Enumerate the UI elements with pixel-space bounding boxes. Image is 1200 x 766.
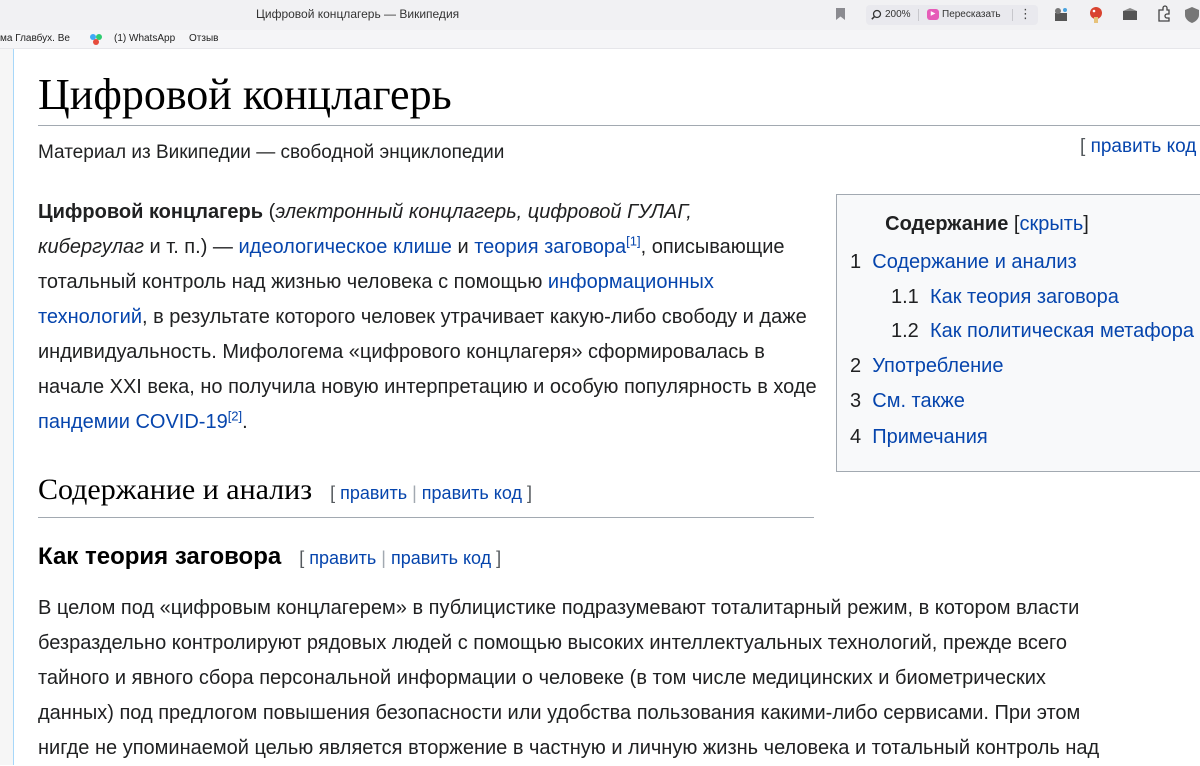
- edit-bracket: [: [330, 483, 341, 503]
- edit-bracket: ]: [491, 548, 502, 568]
- toc-link[interactable]: Как политическая метафора: [930, 320, 1194, 342]
- subsection-heading: Как теория заговора [ править | править к…: [38, 543, 501, 571]
- table-of-contents: Содержание [скрыть] 1 Содержание и анали…: [836, 194, 1200, 472]
- paragraph-line: нигде не упоминаемой целью является втор…: [38, 737, 1100, 759]
- toc-item[interactable]: 4 Примечания: [850, 426, 988, 449]
- toc-link[interactable]: Примечания: [872, 426, 987, 448]
- zoom-level[interactable]: 200%: [885, 9, 911, 20]
- text: , в результате которого человек утрачива…: [38, 306, 817, 398]
- link-conspiracy-theory[interactable]: теория заговора: [474, 236, 626, 258]
- colorful-dots-icon: [90, 34, 102, 45]
- toc-link[interactable]: Содержание и анализ: [872, 251, 1076, 273]
- edit-separator: |: [376, 548, 391, 568]
- toc-number: 1.1: [891, 286, 919, 308]
- toc-title: Содержание: [885, 213, 1009, 235]
- reference-1[interactable]: [1]: [626, 233, 640, 248]
- text: .: [242, 411, 248, 433]
- section-heading: Содержание и анализ [ править | править к…: [38, 473, 814, 518]
- toc-link[interactable]: См. также: [872, 390, 965, 412]
- toc-hide-toggle[interactable]: скрыть: [1019, 213, 1083, 235]
- page-title: Цифровой концлагерь: [38, 69, 1200, 126]
- section-edit-link[interactable]: править: [340, 483, 407, 503]
- subsection-title: Как теория заговора: [38, 543, 282, 570]
- divider: [1012, 9, 1013, 21]
- toc-number: 1: [850, 251, 862, 273]
- body-paragraph: В целом под «цифровым концлагерем» в пуб…: [38, 591, 1200, 766]
- extension-box-icon[interactable]: [1120, 5, 1140, 25]
- section-edit-code-link[interactable]: править код: [422, 483, 522, 503]
- subsection-edit-links: [ править | править код ]: [299, 548, 501, 568]
- edit-bracket: [: [1080, 136, 1091, 157]
- text: и т. п.) —: [143, 236, 239, 258]
- subsection-edit-code-link[interactable]: править код: [391, 548, 491, 568]
- bookmark-glavbukh[interactable]: ма Главбух. Ве: [0, 33, 70, 44]
- toc-item[interactable]: 1 Содержание и анализ: [850, 251, 1077, 274]
- link-ideological-cliche[interactable]: идеологическое клише: [238, 236, 451, 258]
- toc-bracket: [: [1008, 213, 1020, 235]
- toc-header: Содержание [скрыть]: [837, 213, 1137, 236]
- toc-link[interactable]: Употребление: [872, 355, 1003, 377]
- extension-shield-icon[interactable]: [1182, 5, 1200, 25]
- toc-link[interactable]: Как теория заговора: [930, 286, 1119, 308]
- paragraph-line: В целом под «цифровым концлагерем» в пуб…: [38, 597, 1080, 619]
- extension-mushroom-icon[interactable]: [1086, 5, 1106, 25]
- toc-item[interactable]: 2 Употребление: [850, 355, 1003, 378]
- paragraph-line: безраздельно контролируют рядовых людей …: [38, 632, 1067, 654]
- toc-number: 4: [850, 426, 862, 448]
- edit-bracket: [: [299, 548, 310, 568]
- edit-bracket: ]: [522, 483, 533, 503]
- edit-code-link[interactable]: править код: [1091, 136, 1197, 157]
- site-tagline: Материал из Википедии — свободной энцикл…: [38, 142, 505, 163]
- edit-separator: |: [407, 483, 422, 503]
- bookmark-otzyv[interactable]: Отзыв: [189, 33, 218, 44]
- extension-puzzle-icon[interactable]: [1154, 5, 1174, 25]
- toc-item[interactable]: 3 См. также: [850, 390, 965, 413]
- toc-number: 1.2: [891, 320, 919, 342]
- extension-hat-icon[interactable]: [1051, 5, 1071, 25]
- text: и: [451, 236, 475, 258]
- link-covid-pandemic[interactable]: пандемии COVID-19: [38, 411, 228, 433]
- toc-number: 2: [850, 355, 862, 377]
- divider: [918, 9, 919, 21]
- lead-paragraph: Цифровой концлагерь (электронный концлаг…: [38, 195, 818, 440]
- text: (: [263, 201, 276, 223]
- section-title: Содержание и анализ: [38, 473, 313, 506]
- retell-button[interactable]: Пересказать: [942, 9, 1001, 20]
- article-content: Цифровой концлагерь Материал из Википеди…: [0, 49, 1200, 765]
- kebab-menu-icon[interactable]: ⋮: [1019, 6, 1032, 22]
- edit-code-top: [ править код: [1080, 136, 1196, 158]
- bookmarks-bar: ма Главбух. Ве (1) WhatsApp Отзыв: [0, 30, 1200, 49]
- bookmark-whatsapp[interactable]: (1) WhatsApp: [114, 33, 175, 44]
- bookmark-icon[interactable]: [836, 8, 845, 20]
- paragraph-line: тайного и явного сбора персональной инфо…: [38, 667, 1046, 689]
- paragraph-line: данных) под предлогом повышения безопасн…: [38, 702, 1081, 724]
- zoom-icon[interactable]: [871, 9, 882, 20]
- toc-number: 3: [850, 390, 862, 412]
- bold-term: Цифровой концлагерь: [38, 201, 264, 223]
- retell-icon[interactable]: ▶: [927, 9, 939, 20]
- alt-names-2: кибергулаг: [38, 236, 144, 258]
- toc-item[interactable]: 1.1 Как теория заговора: [891, 286, 1119, 309]
- tab-title: Цифровой концлагерь — Википедия: [256, 7, 460, 21]
- toc-item[interactable]: 1.2 Как политическая метафора: [891, 320, 1194, 343]
- toc-bracket: ]: [1083, 213, 1089, 235]
- browser-titlebar: Цифровой концлагерь — Википедия 200% ▶ П…: [0, 0, 1200, 31]
- subsection-edit-link[interactable]: править: [309, 548, 376, 568]
- alt-names: электронный концлагерь, цифровой ГУЛАГ,: [275, 201, 692, 223]
- section-edit-links: [ править | править код ]: [330, 483, 532, 503]
- reference-2[interactable]: [2]: [228, 408, 242, 423]
